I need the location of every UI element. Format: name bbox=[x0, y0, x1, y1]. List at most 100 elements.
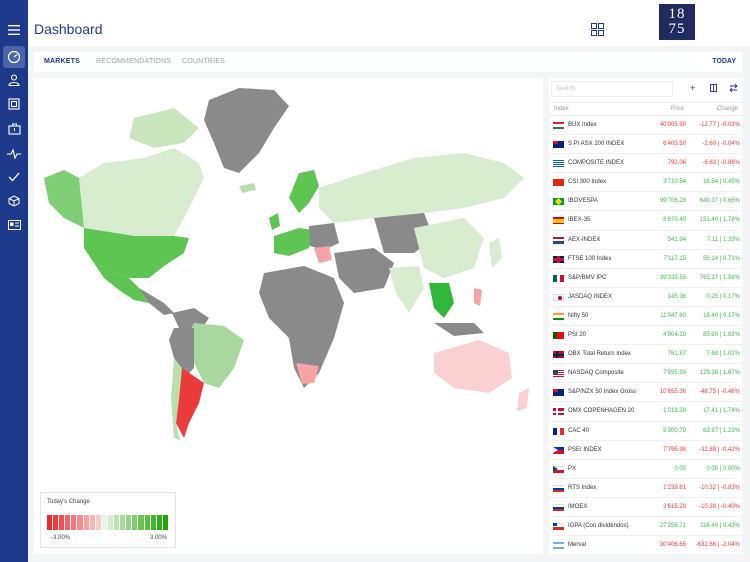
legend-max: 3.00% bbox=[149, 535, 167, 541]
index-name: IMOEX bbox=[568, 503, 588, 510]
flag-icon bbox=[553, 408, 564, 416]
index-price: 7'895.99 bbox=[663, 370, 686, 377]
flag-icon bbox=[553, 312, 564, 320]
flag-icon bbox=[553, 217, 564, 225]
columns-icon[interactable] bbox=[710, 84, 717, 94]
table-row[interactable]: OMX COPENHAGEN 20 1'018.39 17.41 | 1.74% bbox=[549, 402, 742, 422]
portfolio-icon[interactable] bbox=[5, 95, 23, 113]
flag-icon bbox=[553, 179, 564, 187]
map-china bbox=[414, 218, 484, 278]
flag-icon bbox=[553, 427, 564, 435]
map-canada bbox=[79, 148, 204, 238]
index-name: PSI 20 bbox=[568, 332, 587, 339]
table-row[interactable]: PSEI INDEX 7'795.98 -32.88 | -0.42% bbox=[549, 441, 742, 460]
grid-view-icon[interactable] bbox=[591, 23, 604, 41]
briefcase-icon[interactable] bbox=[5, 120, 23, 138]
index-change: -10.32 | -0.83% bbox=[699, 484, 740, 491]
table-row[interactable]: Merval 30'406.65 -632.66 | -2.04% bbox=[549, 536, 742, 554]
index-name: CAC 40 bbox=[568, 427, 590, 434]
page-title: Dashboard bbox=[34, 21, 103, 37]
table-row[interactable]: CSI 300 Index 3'710.54 16.54 | 0.45% bbox=[549, 173, 742, 193]
table-row[interactable]: IBEX-35 8'670.40 151.40 | 1.78% bbox=[549, 211, 742, 231]
table-row[interactable]: BUX Index 40'005.90 -12.77 | -0.03% bbox=[549, 116, 742, 136]
index-price: 0.00 bbox=[674, 465, 686, 472]
table-row[interactable]: PSI 20 4'804.19 85.90 | 1.82% bbox=[549, 326, 742, 346]
map-india bbox=[389, 266, 424, 313]
table-row[interactable]: RTS Index 1'239.81 -10.32 | -0.83% bbox=[549, 479, 742, 498]
legend-gradient bbox=[47, 515, 169, 530]
col-price[interactable]: Price bbox=[670, 106, 684, 112]
index-price: 40'005.90 bbox=[659, 122, 686, 128]
index-name: RTS Index bbox=[568, 484, 597, 491]
list-header: Index Price Change bbox=[549, 102, 742, 116]
tab-recommendations[interactable]: RECOMMENDATIONS bbox=[96, 58, 171, 65]
dashboard-gauge-icon[interactable] bbox=[3, 46, 25, 68]
index-price: 3'710.54 bbox=[663, 179, 686, 186]
table-row[interactable]: S P/ ASX 200 INDEX 6'405.50 -2.60 | -0.04% bbox=[549, 135, 742, 155]
table-row[interactable]: COMPOSITE INDEX 792.06 -6.83 | -0.86% bbox=[549, 154, 742, 174]
table-row[interactable]: OBX Total Return Index 761.87 7.68 | 1.02% bbox=[549, 345, 742, 365]
index-name: AEX-INDEX bbox=[568, 236, 601, 243]
tab-markets[interactable]: MARKETS bbox=[44, 58, 80, 65]
index-name: OBX Total Return Index bbox=[568, 351, 631, 358]
index-change: -10.38 | -0.40% bbox=[699, 503, 740, 510]
map-middle-east bbox=[334, 248, 394, 293]
flag-icon bbox=[553, 198, 564, 206]
table-row[interactable]: PX 0.00 0.00 | 0.00% bbox=[549, 460, 742, 479]
index-name: OMX COPENHAGEN 20 bbox=[568, 408, 635, 415]
map-southeast-asia bbox=[429, 283, 454, 318]
table-row[interactable]: CAC 40 5'300.79 63.87 | 1.22% bbox=[549, 422, 742, 441]
table-row[interactable]: FTSE 100 Index 7'117.15 50.14 | 0.71% bbox=[549, 250, 742, 269]
map-legend: Today's Change -3.00% 3.00% bbox=[40, 492, 176, 548]
id-card-icon[interactable] bbox=[5, 216, 23, 234]
flag-icon bbox=[553, 160, 564, 168]
index-change: -6.83 | -0.86% bbox=[702, 160, 740, 167]
flag-icon bbox=[553, 141, 564, 149]
index-name: COMPOSITE INDEX bbox=[568, 160, 625, 167]
index-price: 5'300.79 bbox=[663, 427, 686, 434]
table-row[interactable]: IBOVESPA 99'706.28 649.37 | 0.66% bbox=[549, 192, 742, 212]
cube-icon[interactable] bbox=[5, 192, 23, 210]
index-change: 7.68 | 1.02% bbox=[706, 351, 740, 358]
tab-bar: MARKETS RECOMMENDATIONS COUNTRIES TODAY bbox=[34, 52, 742, 72]
index-change: -32.88 | -0.42% bbox=[699, 446, 740, 453]
menu-icon[interactable] bbox=[5, 21, 23, 39]
index-name: IBEX-35 bbox=[568, 217, 591, 224]
map-japan bbox=[489, 238, 502, 268]
index-price: 4'804.19 bbox=[663, 332, 686, 339]
index-price: 761.87 bbox=[667, 351, 686, 358]
table-row[interactable]: S&P/BMV IPC 39'339.55 765.37 | 1.98% bbox=[549, 269, 742, 288]
table-row[interactable]: IGPA (Con dividendos) 27'256.71 116.40 | 0… bbox=[549, 517, 742, 537]
table-row[interactable]: AEX-INDEX 541.94 7.11 | 1.33% bbox=[549, 231, 742, 250]
index-name: Nifty 50 bbox=[568, 312, 589, 319]
search-input[interactable]: Search bbox=[551, 81, 673, 97]
table-row[interactable]: Nifty 50 11'047.80 18.40 | 0.17% bbox=[549, 307, 742, 327]
index-name: PSEI INDEX bbox=[568, 446, 602, 453]
checkmark-icon[interactable] bbox=[5, 168, 23, 186]
index-price: 39'339.55 bbox=[659, 274, 686, 281]
table-row[interactable]: NASDAQ Composite 7'895.99 129.38 | 1.67% bbox=[549, 364, 742, 384]
index-name: JASDAQ INDEX bbox=[568, 293, 613, 300]
index-price: 11'047.80 bbox=[660, 312, 686, 319]
index-change: 0.25 | 0.17% bbox=[706, 293, 740, 300]
table-row[interactable]: S&P/NZX 50 Index Gross 10'655.36 -48.75 | … bbox=[549, 383, 742, 403]
col-index[interactable]: Index bbox=[554, 106, 569, 112]
index-price: 145.36 bbox=[667, 293, 686, 300]
user-icon[interactable] bbox=[5, 71, 23, 89]
table-row[interactable]: IMOEX 2'615.20 -10.38 | -0.40% bbox=[549, 498, 742, 517]
index-name: IBOVESPA bbox=[568, 198, 598, 205]
col-change[interactable]: Change bbox=[717, 106, 738, 112]
map-greece-hungary bbox=[314, 246, 332, 263]
table-row[interactable]: JASDAQ INDEX 145.36 0.25 | 0.17% bbox=[549, 288, 742, 307]
flag-icon bbox=[553, 293, 564, 301]
index-change: 116.40 | 0.43% bbox=[700, 522, 740, 529]
swap-icon[interactable] bbox=[729, 83, 738, 94]
add-icon[interactable]: + bbox=[690, 83, 695, 93]
index-change: 649.37 | 0.66% bbox=[699, 198, 740, 205]
world-map[interactable] bbox=[34, 78, 543, 488]
tab-countries[interactable]: COUNTRIES bbox=[182, 58, 225, 65]
period-selector[interactable]: TODAY bbox=[712, 58, 736, 65]
flag-icon bbox=[553, 389, 564, 397]
map-western-europe bbox=[274, 228, 314, 256]
activity-pulse-icon[interactable] bbox=[5, 145, 23, 163]
